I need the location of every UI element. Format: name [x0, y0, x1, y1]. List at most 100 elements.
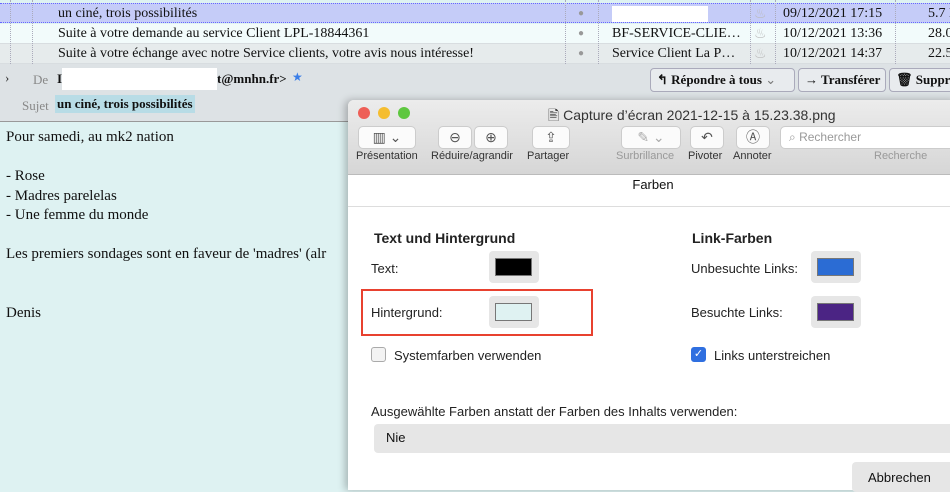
search-icon: ⌕	[789, 130, 796, 144]
message-subject: Suite à votre demande au service Client …	[58, 26, 370, 41]
junk-icon[interactable]: ♨	[754, 26, 767, 43]
share-button[interactable]: ⇪	[532, 126, 570, 149]
from-label: De	[33, 72, 49, 87]
message-size: 28.0 Ko	[928, 26, 950, 41]
visited-links-label: Besuchte Links:	[691, 305, 783, 320]
annotate-label: Annoter	[733, 150, 772, 162]
read-status-icon[interactable]: ●	[578, 48, 584, 59]
maximize-button[interactable]	[398, 107, 410, 119]
system-colors-checkbox[interactable]	[371, 347, 386, 362]
delete-label: Suppr	[915, 72, 950, 87]
column-divider	[598, 0, 599, 64]
message-row[interactable]: Suite à votre demande au service Client …	[0, 24, 950, 44]
column-divider	[565, 0, 566, 64]
body-line: Les premiers sondages sont en faveur de …	[6, 246, 327, 262]
override-value: Nie	[386, 430, 406, 445]
unvisited-color	[817, 258, 854, 276]
subject-value: un ciné, trois possibilités	[55, 95, 195, 113]
text-color	[495, 258, 532, 276]
override-label: Ausgewählte Farben anstatt der Farben de…	[371, 404, 738, 419]
section-link-colors: Link-Farben	[692, 230, 773, 246]
column-divider	[895, 0, 896, 64]
expand-icon[interactable]: ›	[5, 70, 9, 86]
body-line: - Une femme du monde	[6, 207, 149, 223]
underline-links-label: Links unterstreichen	[714, 348, 831, 363]
annotate-button[interactable]: Ⓐ	[736, 126, 770, 149]
cancel-label: Abbrechen	[868, 470, 931, 485]
message-subject: un ciné, trois possibilités	[58, 6, 198, 21]
visited-links-swatch[interactable]	[811, 296, 861, 328]
section-text-background: Text und Hintergrund	[374, 230, 516, 246]
minimize-button[interactable]	[378, 107, 390, 119]
unvisited-links-label: Unbesuchte Links:	[691, 261, 798, 276]
system-colors-label: Systemfarben verwenden	[394, 348, 542, 363]
underline-links-checkbox[interactable]: ✓	[691, 347, 706, 362]
body-line: - Rose	[6, 168, 45, 184]
preview-window: 🖹 Capture d’écran 2021-12-15 à 15.23.38.…	[348, 100, 950, 492]
delete-button[interactable]: 🗑 Suppr	[889, 68, 950, 92]
rotate-label: Pivoter	[688, 150, 723, 162]
override-select[interactable]: Nie	[374, 424, 950, 453]
window-title-text: Capture d’écran 2021-12-15 à 15.23.38.pn…	[563, 107, 836, 123]
presentation-label: Présentation	[356, 150, 418, 162]
background-color-swatch[interactable]	[489, 296, 539, 328]
forward-label: Transférer	[821, 72, 881, 87]
trash-icon: 🗑	[896, 72, 913, 87]
search-input[interactable]: ⌕ Rechercher	[780, 126, 950, 149]
dialog-title: Farben	[348, 175, 950, 207]
background-color	[495, 303, 532, 321]
text-color-label: Text:	[371, 261, 399, 276]
junk-icon[interactable]: ♨	[754, 46, 767, 63]
column-divider	[32, 0, 33, 64]
body-line	[6, 226, 326, 246]
column-divider	[10, 0, 11, 64]
message-sender: BF-SERVICE-CLIE…	[612, 26, 741, 41]
body-line	[6, 148, 326, 168]
text-color-swatch[interactable]	[489, 251, 539, 283]
zoom-label: Réduire/agrandir	[431, 150, 513, 162]
search-placeholder: Rechercher	[799, 130, 862, 144]
highlight-label: Surbrillance	[616, 150, 675, 162]
body-line	[6, 265, 326, 285]
from-redacted	[62, 68, 217, 90]
message-row[interactable]: un ciné, trois possibilités ● ♨ 09/12/20…	[0, 3, 950, 23]
unvisited-links-swatch[interactable]	[811, 251, 861, 283]
rotate-button[interactable]: ↶	[690, 126, 724, 149]
forward-button[interactable]: → Transférer	[798, 68, 886, 92]
star-icon[interactable]: ★	[292, 70, 303, 85]
read-status-icon[interactable]: ●	[578, 8, 584, 19]
message-body: Pour samedi, au mk2 nation - Rose - Madr…	[6, 128, 326, 323]
body-line: Denis	[6, 304, 41, 321]
junk-icon[interactable]: ♨	[754, 6, 767, 23]
message-subject: Suite à votre échange avec notre Service…	[58, 46, 474, 61]
close-button[interactable]	[358, 107, 370, 119]
sender-redacted	[612, 6, 708, 22]
subject-label: Sujet	[22, 98, 49, 113]
message-date: 09/12/2021 17:15	[783, 6, 883, 21]
zoom-out-button[interactable]: ⊖	[438, 126, 472, 149]
read-status-icon[interactable]: ●	[578, 28, 584, 39]
message-row[interactable]: Suite à votre échange avec notre Service…	[0, 44, 950, 64]
file-icon: 🖹	[548, 107, 560, 123]
body-line	[6, 284, 326, 304]
search-label: Recherche	[874, 150, 928, 162]
presentation-button[interactable]: ▥ ⌄	[358, 126, 416, 149]
visited-color	[817, 303, 854, 321]
message-date: 10/12/2021 14:37	[783, 46, 883, 61]
highlight-button[interactable]: ✎ ⌄	[621, 126, 681, 149]
column-divider	[775, 0, 776, 64]
reply-all-label: Répondre à tous	[671, 72, 762, 87]
column-divider	[750, 0, 751, 64]
reply-all-button[interactable]: ↰ Répondre à tous ⌄	[650, 68, 795, 92]
cancel-button[interactable]: Abbrechen	[852, 462, 950, 492]
zoom-in-button[interactable]: ⊕	[474, 126, 508, 149]
share-label: Partager	[527, 150, 570, 162]
body-line: Pour samedi, au mk2 nation	[6, 129, 174, 145]
message-sender: Service Client La P…	[612, 46, 736, 61]
chevron-down-icon[interactable]: ⌄	[765, 72, 776, 87]
message-size: 5.7 Ko	[928, 6, 950, 21]
from-suffix: t@mnhn.fr>	[217, 71, 287, 86]
message-date: 10/12/2021 13:36	[783, 26, 883, 41]
message-size: 22.5 Ko	[928, 46, 950, 61]
background-color-label: Hintergrund:	[371, 305, 443, 320]
